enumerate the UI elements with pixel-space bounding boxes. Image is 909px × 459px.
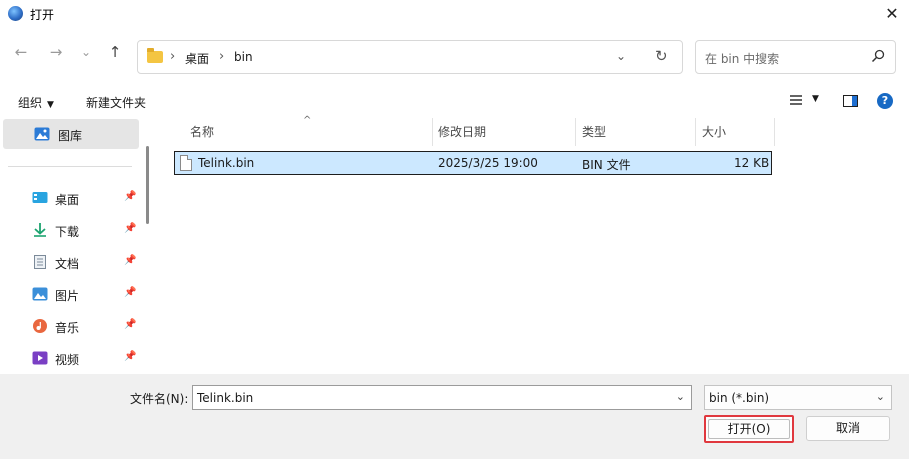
- search-placeholder: 在 bin 中搜索: [705, 52, 780, 66]
- sidebar-item-pictures[interactable]: 图片 📌: [0, 279, 140, 309]
- sidebar-item-downloads[interactable]: 下载 📌: [0, 215, 140, 245]
- column-divider[interactable]: [575, 118, 576, 146]
- pin-icon[interactable]: 📌: [124, 287, 136, 298]
- caret-down-icon: ▼: [47, 100, 54, 110]
- app-icon: [8, 6, 23, 21]
- column-header-type[interactable]: 类型: [582, 118, 606, 146]
- sidebar-scrollbar[interactable]: [146, 146, 149, 224]
- column-divider[interactable]: [774, 118, 775, 146]
- breadcrumb-bin[interactable]: bin: [234, 50, 253, 64]
- title-bar: 打开 ✕: [0, 0, 909, 28]
- pin-icon[interactable]: 📌: [124, 319, 136, 330]
- file-size: 12 KB: [734, 156, 770, 170]
- column-header-size[interactable]: 大小: [702, 118, 726, 146]
- column-header-modified[interactable]: 修改日期: [438, 118, 486, 146]
- recent-locations-button[interactable]: ⌄: [74, 40, 98, 64]
- navigation-bar: ← → ⌄ ↑ › 桌面 › bin ⌄ ↻ 在 bin 中搜索: [0, 28, 909, 84]
- up-arrow-icon: ↑: [108, 43, 122, 61]
- gallery-icon: [34, 127, 50, 141]
- open-button[interactable]: 打开(O): [704, 415, 794, 443]
- sidebar-item-documents[interactable]: 文档 📌: [0, 247, 140, 277]
- chevron-down-icon[interactable]: ⌄: [676, 390, 685, 403]
- refresh-icon[interactable]: ↻: [655, 47, 668, 65]
- forward-arrow-icon: →: [49, 43, 63, 61]
- file-list: 名称 ^ 修改日期 类型 大小 Telink.bin 2025/3/25 19:…: [155, 115, 909, 374]
- forward-button[interactable]: →: [44, 40, 68, 64]
- close-icon: ✕: [885, 4, 899, 23]
- filetype-select[interactable]: bin (*.bin) ⌄: [704, 385, 892, 410]
- preview-pane-icon[interactable]: [843, 95, 858, 107]
- navigation-pane: 图库 桌面 📌 下载 📌 文档 📌 图片 📌 音乐 📌 视频 📌: [0, 118, 155, 374]
- sort-ascending-icon: ^: [303, 115, 312, 126]
- sidebar-item-desktop[interactable]: 桌面 📌: [0, 183, 140, 213]
- breadcrumb-separator: ›: [170, 49, 176, 64]
- sidebar-item-label: 图库: [58, 129, 83, 143]
- column-divider[interactable]: [695, 118, 696, 146]
- open-file-dialog: 打开 ✕ ← → ⌄ ↑ › 桌面 › bin ⌄ ↻ 在 bin 中搜索 组织…: [0, 0, 909, 459]
- file-name: Telink.bin: [198, 156, 255, 170]
- desktop-icon: [32, 192, 48, 203]
- search-box[interactable]: 在 bin 中搜索: [695, 40, 896, 74]
- filename-combobox[interactable]: Telink.bin ⌄: [192, 385, 692, 410]
- cancel-button-label: 取消: [835, 421, 860, 435]
- view-dropdown-icon[interactable]: ▼: [812, 94, 819, 104]
- sidebar-item-gallery[interactable]: 图库: [3, 119, 139, 149]
- download-icon: [34, 223, 46, 237]
- breadcrumb-desktop[interactable]: 桌面: [185, 50, 209, 67]
- pin-icon[interactable]: 📌: [124, 255, 136, 266]
- table-row[interactable]: Telink.bin 2025/3/25 19:00 BIN 文件 12 KB: [174, 151, 772, 175]
- back-arrow-icon: ←: [14, 43, 28, 61]
- sidebar-item-label: 桌面: [55, 193, 80, 207]
- new-folder-button[interactable]: 新建文件夹: [86, 94, 146, 111]
- sidebar-item-label: 视频: [55, 353, 80, 367]
- window-title: 打开: [30, 8, 55, 22]
- file-modified: 2025/3/25 19:00: [438, 156, 538, 170]
- column-divider[interactable]: [432, 118, 433, 146]
- close-button[interactable]: ✕: [875, 0, 909, 28]
- footer-panel: 文件名(N): Telink.bin ⌄ bin (*.bin) ⌄ 打开(O)…: [0, 374, 909, 459]
- breadcrumb-separator: ›: [219, 49, 225, 64]
- view-options-icon[interactable]: [789, 93, 803, 107]
- command-bar: 组织 ▼ 新建文件夹 ▼ ?: [0, 84, 909, 118]
- sidebar-divider: [8, 166, 132, 167]
- pin-icon[interactable]: 📌: [124, 191, 136, 202]
- file-icon: [180, 155, 192, 171]
- organize-menu[interactable]: 组织 ▼: [18, 94, 54, 111]
- chevron-down-icon: ⌄: [875, 390, 885, 403]
- up-button[interactable]: ↑: [103, 40, 127, 64]
- folder-icon: [147, 48, 163, 63]
- search-icon: [871, 49, 885, 63]
- sidebar-item-label: 图片: [55, 289, 80, 303]
- sidebar-item-music[interactable]: 音乐 📌: [0, 311, 140, 341]
- sidebar-item-label: 音乐: [55, 321, 80, 335]
- sidebar-item-label: 下载: [55, 225, 80, 239]
- document-icon: [34, 255, 46, 269]
- sidebar-item-label: 文档: [55, 257, 80, 271]
- video-icon: [32, 351, 48, 365]
- back-button[interactable]: ←: [9, 40, 33, 64]
- organize-label: 组织: [18, 96, 43, 110]
- filename-value: Telink.bin: [197, 391, 254, 405]
- music-icon: [33, 319, 47, 333]
- chevron-down-icon: ⌄: [80, 45, 92, 59]
- file-type: BIN 文件: [582, 158, 631, 172]
- column-header-name[interactable]: 名称: [190, 118, 214, 146]
- pin-icon[interactable]: 📌: [124, 223, 136, 234]
- sidebar-item-videos[interactable]: 视频 📌: [0, 343, 140, 373]
- open-button-focus-border: [708, 419, 790, 439]
- filetype-value: bin (*.bin): [709, 391, 770, 405]
- cancel-button[interactable]: 取消: [806, 416, 890, 441]
- address-dropdown-icon[interactable]: ⌄: [616, 49, 626, 63]
- address-bar[interactable]: › 桌面 › bin ⌄ ↻: [137, 40, 683, 74]
- pictures-icon: [32, 287, 48, 301]
- pin-icon[interactable]: 📌: [124, 351, 136, 362]
- help-icon[interactable]: ?: [877, 93, 893, 109]
- filename-label: 文件名(N):: [130, 392, 189, 406]
